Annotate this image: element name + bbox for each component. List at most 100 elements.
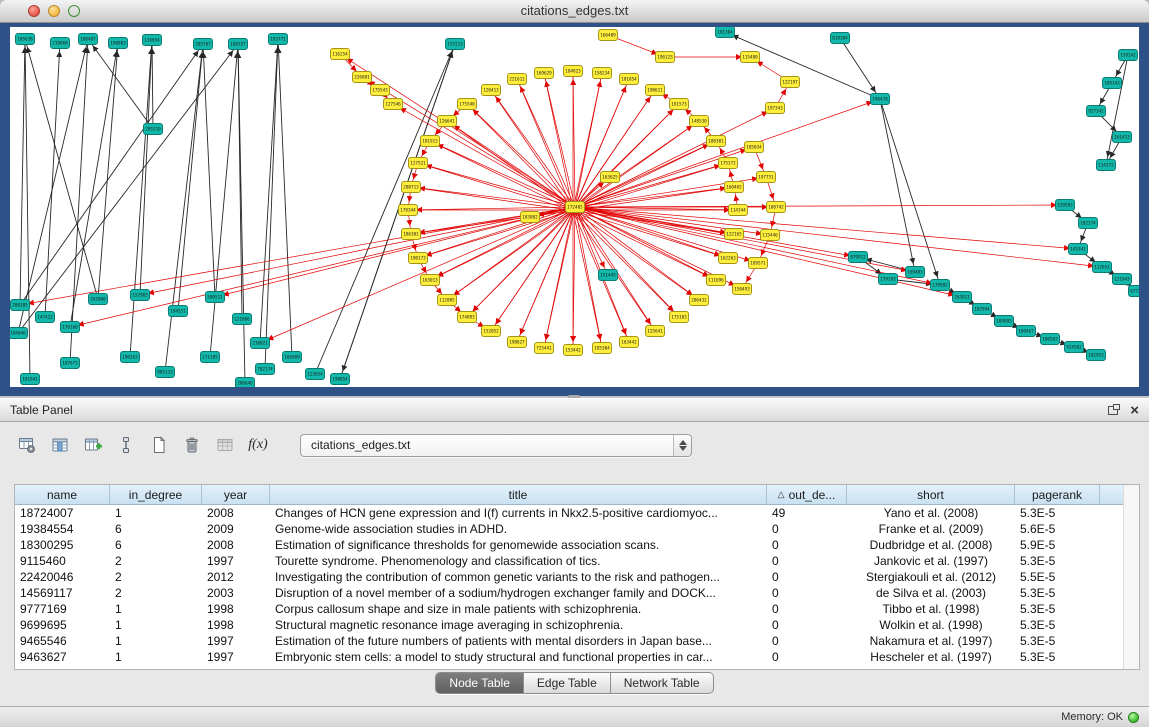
network-node[interactable]: 175372 (719, 158, 738, 169)
network-node[interactable]: 125641 (646, 326, 665, 337)
network-node[interactable]: 194046 (10, 328, 28, 339)
tab-node-table[interactable]: Node Table (436, 673, 524, 693)
network-node[interactable]: 114372 (1097, 160, 1116, 171)
network-node[interactable]: 160467 (1017, 326, 1036, 337)
network-node[interactable]: 116654 (143, 35, 162, 46)
table-row[interactable]: 2242004622012Investigating the contribut… (15, 569, 1139, 585)
network-node[interactable]: 221612 (508, 74, 527, 85)
close-button[interactable] (28, 5, 40, 17)
network-node[interactable]: 197343 (766, 103, 785, 114)
zoom-button[interactable] (68, 5, 80, 17)
network-canvas[interactable]: 1724051143441604651753721803011485301615… (10, 27, 1139, 387)
network-node[interactable]: 120413 (482, 85, 501, 96)
network-node[interactable]: 114344 (729, 205, 748, 216)
column-header-name[interactable]: name (15, 485, 110, 504)
network-node[interactable]: 102174 (1079, 218, 1098, 229)
network-node[interactable]: 175540 (458, 99, 477, 110)
network-node[interactable]: 185638 (16, 34, 35, 45)
table-settings-icon[interactable] (14, 432, 40, 458)
network-node[interactable]: 181841 (21, 374, 40, 385)
table-row[interactable]: 946554611997Estimation of the future num… (15, 633, 1139, 649)
network-node[interactable]: 180301 (707, 136, 726, 147)
new-column-icon[interactable] (146, 432, 172, 458)
network-node[interactable]: 193771 (269, 34, 288, 45)
table-row[interactable]: 946362711997Embryonic stem cells: a mode… (15, 649, 1139, 665)
network-node[interactable]: 219068 (51, 38, 70, 49)
network-node[interactable]: 157213 (446, 39, 465, 50)
column-header-in_degree[interactable]: in_degree (110, 485, 202, 504)
column-header-out_de[interactable]: △out_de... (767, 485, 847, 504)
table-row[interactable]: 969969511998Structural magnetic resonanc… (15, 617, 1139, 633)
network-node[interactable]: 121043 (1113, 274, 1132, 285)
network-node[interactable]: 148530 (690, 116, 709, 127)
network-node[interactable]: 169629 (535, 68, 554, 79)
network-node[interactable]: 725441 (535, 343, 554, 354)
network-node[interactable]: 163442 (620, 337, 639, 348)
column-header-short[interactable]: short (847, 485, 1015, 504)
network-node[interactable]: 152903 (131, 290, 150, 301)
network-node[interactable]: 189571 (749, 258, 768, 269)
network-node[interactable]: 194551 (169, 306, 188, 317)
column-header-pagerank[interactable]: pagerank (1015, 485, 1100, 504)
network-node[interactable]: 115446 (761, 230, 780, 241)
table-row[interactable]: 1938455462009Genome-wide association stu… (15, 521, 1139, 537)
network-node[interactable]: 107673 (61, 358, 80, 369)
table-row[interactable]: 1872400712008Changes of HCN gene express… (15, 505, 1139, 521)
network-node[interactable]: 180563 (1041, 334, 1060, 345)
network-node[interactable]: 160465 (725, 182, 744, 193)
network-node[interactable]: 172405 (566, 202, 585, 213)
network-node[interactable]: 126641 (438, 116, 457, 127)
network-node[interactable]: 166409 (599, 30, 618, 41)
network-node[interactable]: 122165 (725, 229, 744, 240)
network-node[interactable]: 196478 (871, 94, 890, 105)
close-panel-icon[interactable]: × (1130, 403, 1139, 418)
edit-columns-icon[interactable] (80, 432, 106, 458)
network-node[interactable]: 197751 (757, 172, 776, 183)
network-node[interactable]: 924502 (1065, 342, 1084, 353)
network-node[interactable]: 208713 (402, 182, 421, 193)
network-node[interactable]: 163013 (421, 275, 440, 286)
network-node[interactable]: 190263 (121, 352, 140, 363)
network-node[interactable]: 186301 (402, 229, 421, 240)
network-node[interactable]: 182953 (1087, 350, 1106, 361)
network-node[interactable]: 206646 (236, 378, 255, 388)
table-row[interactable]: 1830029562008Estimation of significance … (15, 537, 1139, 553)
network-node[interactable]: 180487 (79, 34, 98, 45)
network-node[interactable]: 183002 (521, 212, 540, 223)
network-node[interactable]: 181913 (421, 136, 440, 147)
network-node[interactable]: 879912 (849, 252, 868, 263)
network-node[interactable]: 175183 (670, 312, 689, 323)
minimize-button[interactable] (48, 5, 60, 17)
table-vertical-scrollbar[interactable] (1123, 485, 1139, 669)
network-node[interactable]: 198803 (109, 38, 128, 49)
network-node[interactable]: 188357 (229, 39, 248, 50)
network-node[interactable]: 162263 (719, 253, 738, 264)
network-node[interactable]: 127521 (409, 158, 428, 169)
network-node[interactable]: 166909 (283, 352, 302, 363)
network-node[interactable]: 185304 (593, 343, 612, 354)
network-node[interactable]: 104823 (564, 66, 583, 77)
network-node[interactable]: 104893 (995, 316, 1014, 327)
network-node[interactable]: 163625 (601, 172, 620, 183)
network-node[interactable]: 123654 (306, 369, 325, 380)
network-node[interactable]: 150493 (733, 284, 752, 295)
tab-network-table[interactable]: Network Table (611, 673, 713, 693)
network-node[interactable]: 112805 (438, 295, 457, 306)
network-node[interactable]: 171105 (201, 352, 220, 363)
network-node[interactable]: 175543 (371, 85, 390, 96)
selector-stepper-icon[interactable] (673, 435, 691, 456)
network-node[interactable]: 179193 (879, 274, 898, 285)
network-node[interactable]: 263911 (953, 292, 972, 303)
float-panel-icon[interactable] (1108, 406, 1118, 415)
network-node[interactable]: 198854 (331, 374, 350, 385)
network-node[interactable]: 153442 (564, 345, 583, 356)
network-node[interactable]: 190173 (409, 253, 428, 264)
network-node[interactable]: 159142 (1119, 50, 1138, 61)
window-titlebar[interactable]: citations_edges.txt (0, 0, 1149, 23)
network-node[interactable]: 122197 (781, 77, 800, 88)
column-header-year[interactable]: year (202, 485, 270, 504)
network-node[interactable]: 189143 (1103, 78, 1122, 89)
network-node[interactable]: 818304 (831, 33, 850, 44)
network-node[interactable]: 590511 (206, 292, 225, 303)
network-node[interactable]: 218021 (251, 338, 270, 349)
